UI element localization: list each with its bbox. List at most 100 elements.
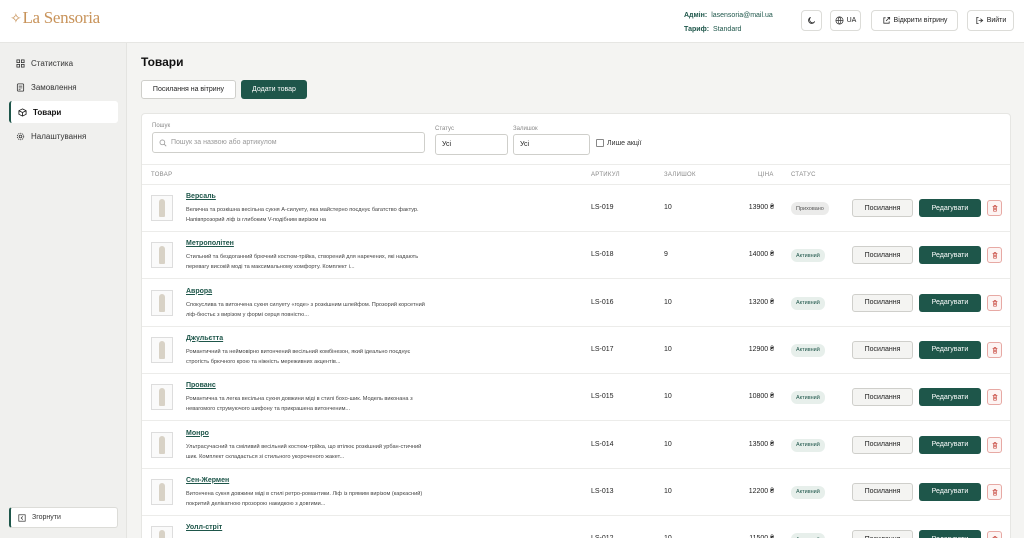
edit-product-button[interactable]: Редагувати [919,482,981,501]
list-icon [16,82,25,92]
product-link-button[interactable]: Посилання [852,530,913,538]
admin-email: lasensoria@mail.ua [711,12,773,19]
product-link-button[interactable]: Посилання [852,293,913,312]
search-label: Пошук [152,123,171,129]
edit-product-button[interactable]: Редагувати [919,530,981,538]
status-select[interactable]: Усі [435,134,508,155]
collapse-icon [18,513,26,522]
delete-product-button[interactable] [987,200,1002,216]
plan-label: Тариф: [684,26,710,33]
brand-logo[interactable]: ✧La Sensoria [10,8,100,28]
product-price: 12200 ₴ [748,487,774,495]
sidebar-item-label: Налаштування [31,131,87,141]
logout-label: Вийти [986,17,1007,24]
product-description: Романтична та легка весільна сукня довжи… [186,396,413,413]
edit-product-button[interactable]: Редагувати [919,199,981,217]
dress-figure [159,340,165,359]
stock-select[interactable]: Усі [513,134,590,155]
status-badge: Активний [791,438,825,452]
product-thumbnail [151,478,173,505]
product-price: 13200 ₴ [748,298,774,306]
delete-product-button[interactable] [987,341,1002,358]
collapse-sidebar-button[interactable]: Згорнути [9,507,118,528]
moon-icon [808,16,816,24]
product-sku: LS-015 [591,393,614,401]
table-row: Уолл-стріт LS-012 10 11500 ₴ Активний По… [142,516,1010,538]
admin-label: Адмін: [684,12,708,19]
product-thumbnail [151,526,173,538]
sidebar-item-label: Статистика [31,58,74,68]
product-name-link[interactable]: Аврора [186,288,212,295]
product-link-button[interactable]: Посилання [852,199,913,217]
dress-figure [159,246,165,265]
sidebar-item-products[interactable]: Товари [9,101,118,123]
product-description: Витончена сукня довжини міді в стилі рет… [186,490,423,507]
edit-product-button[interactable]: Редагувати [919,340,981,359]
edit-product-button[interactable]: Редагувати [919,388,981,407]
product-name-link[interactable]: Прованс [186,382,216,389]
sidebar-item-label: Замовлення [31,82,77,92]
delete-product-button[interactable] [987,294,1002,311]
status-filter-label: Статус [435,126,454,132]
status-badge: Активний [791,391,825,405]
product-sku: LS-017 [591,345,614,353]
product-thumbnail [151,431,173,458]
delete-product-button[interactable] [987,483,1002,500]
edit-product-button[interactable]: Редагувати [919,435,981,454]
edit-product-button[interactable]: Редагувати [919,293,981,312]
product-name-link[interactable]: Уолл-стріт [186,524,222,531]
product-description: Стильний та бездоганний брючний костюм-т… [186,254,419,271]
sidebar-item-orders[interactable]: Замовлення [9,76,118,98]
status-badge: Приховано [791,202,829,215]
add-product-button[interactable]: Додати товар [241,80,307,99]
dress-figure [159,293,165,312]
product-link-button[interactable]: Посилання [852,388,913,407]
product-sku: LS-019 [591,204,614,211]
delete-product-button[interactable] [987,389,1002,406]
box-icon [18,107,27,117]
sidebar-item-settings[interactable]: Налаштування [9,125,118,147]
trash-icon [992,488,997,496]
product-description: Ультрасучасний та сміливий весільний кос… [186,443,422,460]
product-sku: LS-013 [591,487,614,495]
product-name-link[interactable]: Джульєтта [186,335,223,342]
product-price: 12900 ₴ [748,345,774,353]
theme-toggle-button[interactable] [801,10,822,31]
logo-star-icon: ✧ [10,12,22,27]
delete-product-button[interactable] [987,247,1002,264]
trash-icon [992,205,997,212]
product-link-button[interactable]: Посилання [852,340,913,359]
delete-product-button[interactable] [987,436,1002,453]
product-link-button[interactable]: Посилання [852,482,913,501]
product-name-link[interactable]: Версаль [186,193,216,200]
stock-filter-label: Залишок [513,126,538,132]
product-price: 10800 ₴ [748,393,774,401]
store-link-button[interactable]: Посилання на вітрину [141,80,236,99]
product-name-link[interactable]: Метрополітен [186,240,234,247]
column-status: СТАТУС [791,172,816,178]
open-store-button[interactable]: Відкрити вітрину [871,10,958,31]
product-link-button[interactable]: Посилання [852,246,913,265]
product-link-button[interactable]: Посилання [852,435,913,454]
table-row: Джульєтта Романтичний та неймовірно вито… [142,327,1010,374]
dress-figure [159,482,165,501]
column-product: ТОВАР [151,172,173,178]
edit-product-button[interactable]: Редагувати [919,246,981,265]
checkbox-box[interactable] [596,139,604,147]
globe-icon [835,16,844,25]
sidebar-item-statistics[interactable]: Статистика [9,52,118,74]
table-row: Сен-Жермен Витончена сукня довжини міді … [142,469,1010,516]
status-badge: Активний [791,249,825,263]
product-sku: LS-018 [591,251,614,259]
product-name-link[interactable]: Сен-Жермен [186,477,229,484]
column-sku: АРТИКУЛ [591,172,620,178]
promo-only-checkbox[interactable]: Лише акції [596,139,641,147]
trash-icon [992,394,997,401]
product-name-link[interactable]: Монро [186,430,209,437]
product-thumbnail [151,242,173,269]
delete-product-button[interactable] [987,531,1002,538]
product-description: Велична та розкішна весільна сукня А-сил… [186,207,419,223]
language-button[interactable]: UA [830,10,861,31]
logout-button[interactable]: Вийти [967,10,1014,31]
search-input[interactable]: Пошук за назвою або артикулом [152,132,425,153]
